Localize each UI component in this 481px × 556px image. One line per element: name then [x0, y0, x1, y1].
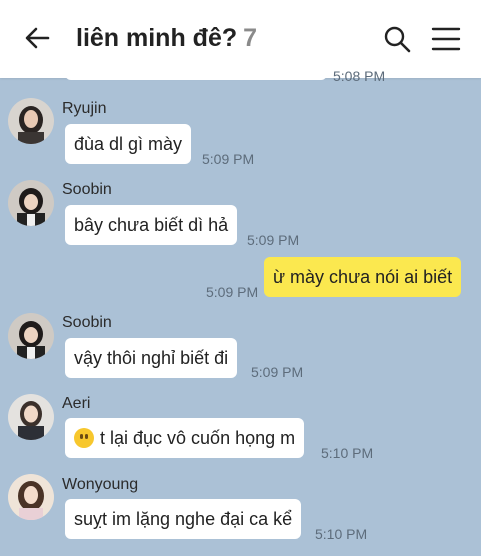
message-time: 5:09 PM: [251, 364, 304, 380]
avatar-soobin[interactable]: [8, 180, 54, 226]
sender-name: Soobin: [62, 314, 112, 331]
message-time: 5:09 PM: [247, 232, 300, 248]
message-time: 5:10 PM: [315, 526, 368, 542]
message-bubble-partial[interactable]: [65, 60, 327, 80]
back-arrow-icon[interactable]: [22, 23, 52, 53]
message-time: 5:09 PM: [206, 284, 259, 300]
message-bubble[interactable]: t lại đục vô cuốn họng m: [65, 418, 305, 458]
search-icon[interactable]: [383, 25, 411, 53]
chat-title: liên minh đê? 7: [76, 24, 257, 53]
message-bubble[interactable]: suỵt im lặng nghe đại ca kể: [65, 499, 302, 539]
avatar-wonyoung[interactable]: [8, 474, 54, 520]
message-time: 5:08 PM: [333, 68, 386, 84]
hamburger-menu-icon[interactable]: [431, 26, 461, 52]
avatar-ryujin[interactable]: [8, 98, 54, 144]
message-text: t lại đục vô cuốn họng m: [100, 428, 296, 448]
message-bubble[interactable]: đùa dl gì mày: [65, 124, 192, 164]
message-time: 5:09 PM: [202, 151, 255, 167]
sender-name: Ryujin: [62, 100, 107, 117]
hugging-face-emoji-icon: [74, 428, 94, 448]
sender-name: Aeri: [62, 395, 91, 412]
chat-name: liên minh đê?: [76, 24, 238, 52]
sender-name: Soobin: [62, 181, 112, 198]
message-bubble[interactable]: bây chưa biết dì hả: [65, 205, 238, 245]
avatar-soobin[interactable]: [8, 313, 54, 359]
message-bubble-own[interactable]: ừ mày chưa nói ai biết: [264, 257, 462, 297]
message-time: 5:10 PM: [321, 445, 374, 461]
message-bubble[interactable]: vậy thôi nghỉ biết đi: [65, 338, 238, 378]
avatar-aeri[interactable]: [8, 394, 54, 440]
member-count: 7: [243, 24, 258, 52]
sender-name: Wonyoung: [62, 476, 139, 493]
